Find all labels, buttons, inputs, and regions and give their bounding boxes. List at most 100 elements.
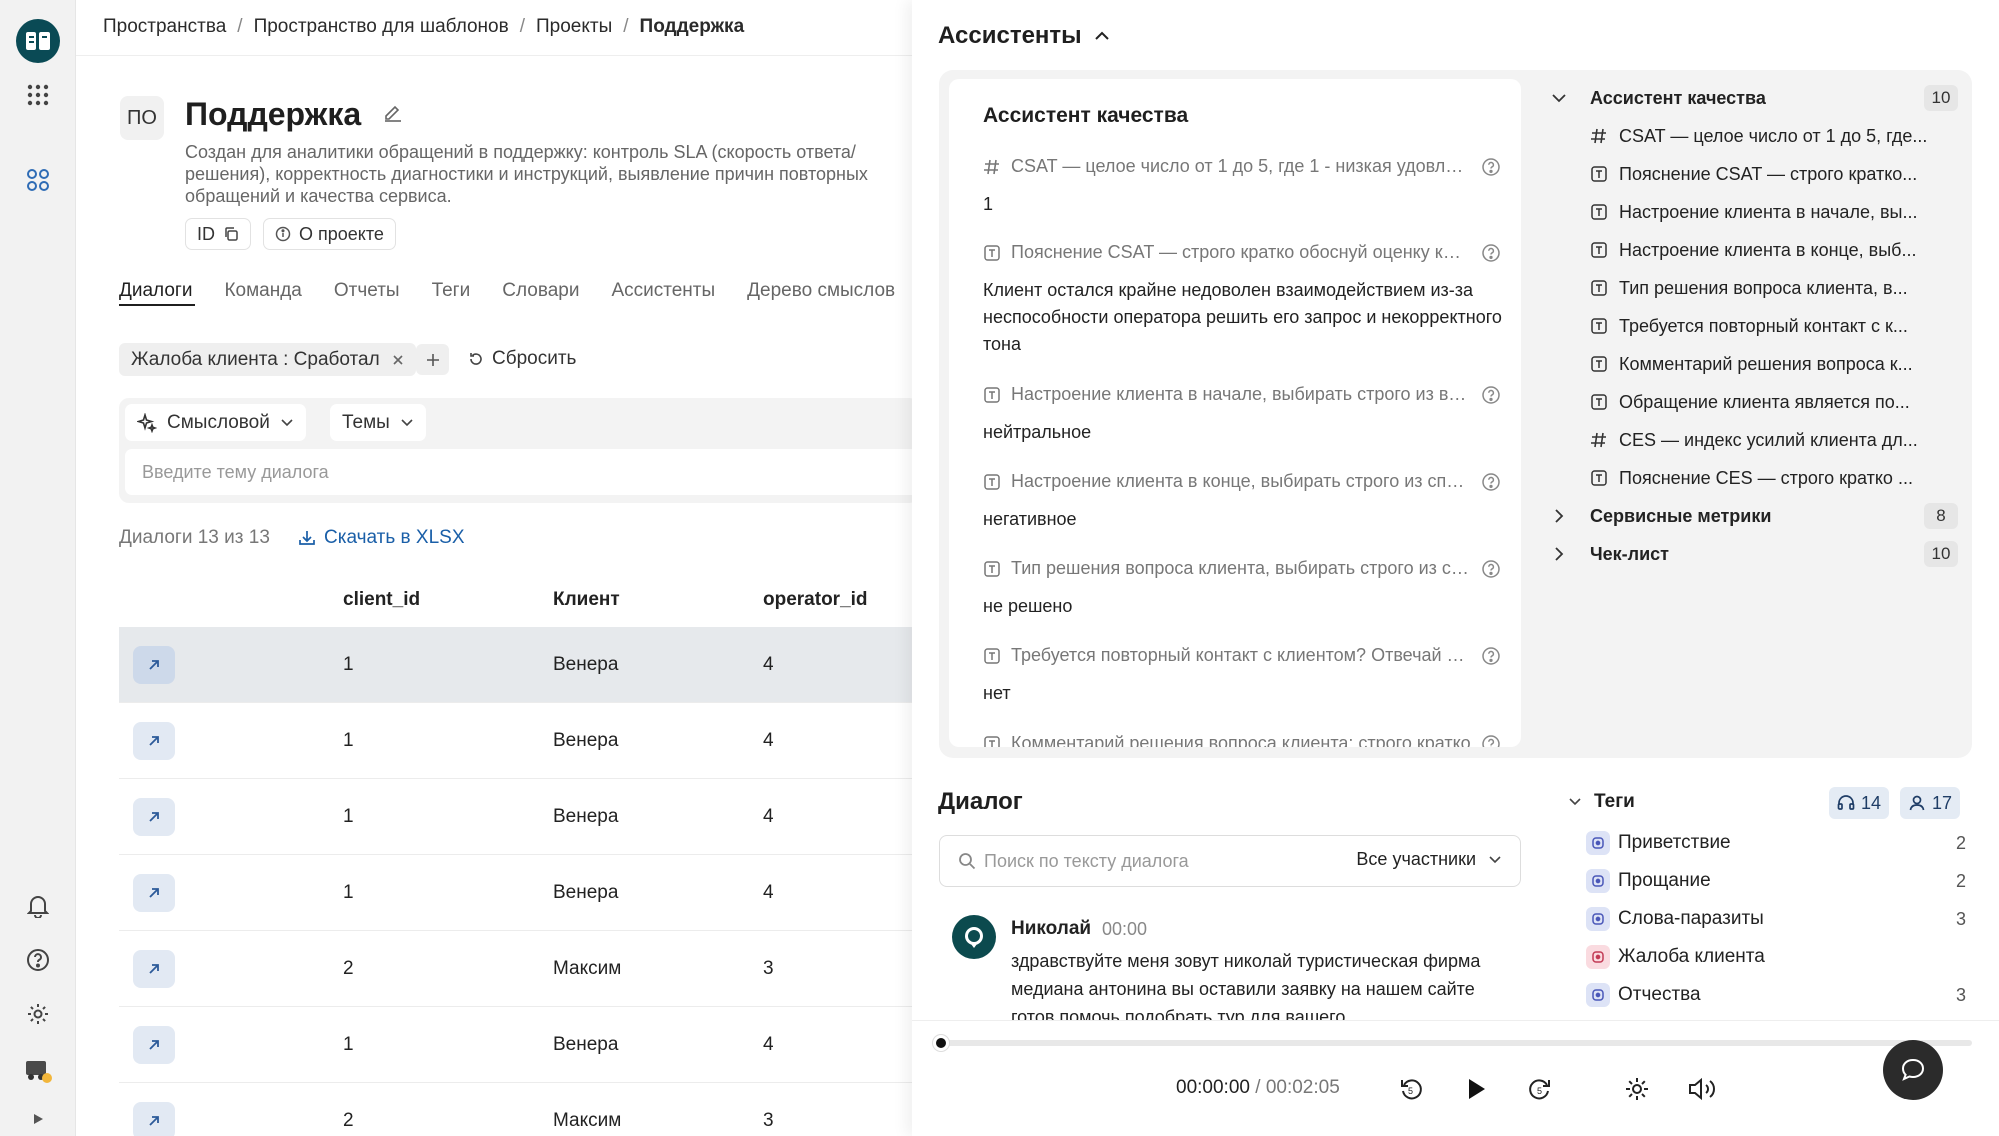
tab-team[interactable]: Команда — [224, 280, 301, 302]
tree-item[interactable]: Комментарий решения вопроса к... — [1548, 349, 1958, 379]
tree-group[interactable]: Сервисные метрики 8 — [1548, 501, 1958, 531]
volume-icon[interactable] — [1685, 1072, 1719, 1106]
filter-chip[interactable]: Жалоба клиента : Сработал — [119, 343, 416, 376]
tags-header[interactable]: Теги — [1568, 791, 1635, 813]
help-icon[interactable] — [1481, 734, 1501, 747]
forward-5-icon[interactable]: 5 — [1523, 1072, 1557, 1106]
table-row[interactable]: 1 Венера 4 — [119, 855, 912, 931]
tag-item[interactable]: Прощание 2 — [1586, 866, 1966, 896]
help-icon[interactable] — [1481, 646, 1501, 666]
edit-pencil-icon[interactable] — [382, 101, 404, 123]
help-icon[interactable] — [1481, 559, 1501, 579]
help-icon[interactable] — [1481, 157, 1501, 177]
close-icon[interactable] — [392, 354, 404, 366]
player-settings-icon[interactable] — [1620, 1072, 1654, 1106]
client-tags-count[interactable]: 17 — [1900, 787, 1961, 819]
open-dialog-button[interactable] — [133, 798, 175, 836]
breadcrumb-item-spaces[interactable]: Пространства — [103, 16, 226, 37]
cell-client-id: 1 — [343, 882, 354, 903]
tree-group[interactable]: Ассистент качества 10 — [1548, 83, 1958, 113]
tree-item[interactable]: Пояснение CES — строго кратко ... — [1548, 463, 1958, 493]
sparkle-icon — [137, 412, 157, 433]
operator-tags-count[interactable]: 14 — [1829, 787, 1890, 819]
table-row[interactable]: 1 Венера 4 — [119, 1007, 912, 1083]
cell-operator-id: 3 — [763, 1110, 774, 1131]
breadcrumb-item-template-space[interactable]: Пространство для шаблонов — [254, 16, 509, 37]
help-icon[interactable] — [1481, 385, 1501, 405]
tree-item[interactable]: Настроение клиента в конце, выб... — [1548, 235, 1958, 265]
open-dialog-button[interactable] — [133, 1102, 175, 1136]
open-dialog-button[interactable] — [133, 874, 175, 912]
assistant-card: Ассистент качества CSAT — целое число от… — [949, 79, 1521, 747]
app-logo-icon[interactable] — [16, 19, 60, 63]
tree-item[interactable]: Требуется повторный контакт с к... — [1548, 311, 1958, 341]
help-icon[interactable] — [22, 944, 54, 976]
tab-meaning-tree[interactable]: Дерево смыслов — [747, 280, 895, 302]
apps-grid-icon[interactable] — [22, 79, 54, 111]
arrow-up-right-icon — [147, 962, 161, 976]
playback-progress-track[interactable] — [939, 1040, 1972, 1046]
tag-item[interactable]: Слова-паразиты 3 — [1586, 904, 1966, 934]
tree-item[interactable]: Тип решения вопроса клиента, в... — [1548, 273, 1958, 303]
download-xlsx-link[interactable]: Скачать в XLSX — [298, 527, 465, 549]
chevron-down-icon — [400, 418, 414, 428]
open-dialog-button[interactable] — [133, 950, 175, 988]
tab-reports[interactable]: Отчеты — [334, 280, 400, 302]
column-header-client-id[interactable]: client_id — [343, 589, 420, 611]
assistants-header[interactable]: Ассистенты — [938, 22, 1110, 50]
project-id-chip[interactable]: ID — [185, 218, 251, 250]
play-icon[interactable] — [1459, 1072, 1493, 1106]
assistant-field-question: CSAT — целое число от 1 до 5, где 1 - ни… — [1011, 156, 1471, 176]
message-time[interactable]: 00:00 — [1102, 919, 1147, 940]
tag-item[interactable]: Отчества 3 — [1586, 980, 1966, 1010]
dialog-title: Диалог — [938, 788, 1023, 815]
assistant-field: CSAT — целое число от 1 до 5, где 1 - ни… — [983, 156, 1503, 218]
tab-assistants[interactable]: Ассистенты — [611, 280, 715, 302]
services-icon[interactable] — [22, 164, 54, 196]
tree-item[interactable]: CSAT — целое число от 1 до 5, где... — [1548, 121, 1958, 151]
column-header-operator-id[interactable]: operator_id — [763, 589, 868, 611]
tags-title: Теги — [1594, 791, 1635, 812]
add-filter-button[interactable] — [416, 344, 449, 375]
topic-search-input[interactable]: Введите тему диалога — [125, 449, 912, 495]
tab-dialogs[interactable]: Диалоги — [119, 280, 192, 302]
help-icon[interactable] — [1481, 472, 1501, 492]
open-dialog-button[interactable] — [133, 646, 175, 684]
tree-item[interactable]: Настроение клиента в начале, вы... — [1548, 197, 1958, 227]
tree-group-label: Ассистент качества — [1590, 87, 1766, 108]
cell-client: Венера — [553, 1034, 619, 1055]
text-field-icon — [983, 735, 1001, 747]
search-mode-select[interactable]: Смысловой — [125, 404, 306, 441]
open-dialog-button[interactable] — [133, 722, 175, 760]
tree-group[interactable]: Чек-лист 10 — [1548, 539, 1958, 569]
tree-item[interactable]: Обращение клиента является по... — [1548, 387, 1958, 417]
tag-item[interactable]: Жалоба клиента — [1586, 942, 1966, 972]
table-row[interactable]: 1 Венера 4 — [119, 627, 912, 703]
dialog-search-input[interactable]: Поиск по тексту диалога Все участники — [939, 835, 1521, 887]
tab-dictionaries[interactable]: Словари — [502, 280, 579, 302]
table-row[interactable]: 1 Венера 4 — [119, 779, 912, 855]
table-row[interactable]: 2 Максим 3 — [119, 931, 912, 1007]
topics-select[interactable]: Темы — [330, 404, 426, 441]
breadcrumb-item-projects[interactable]: Проекты — [536, 16, 612, 37]
reset-filters-button[interactable]: Сбросить — [468, 348, 576, 370]
bell-icon[interactable] — [22, 890, 54, 922]
tree-item[interactable]: Пояснение CSAT — строго кратко... — [1548, 159, 1958, 189]
tag-item[interactable]: Приветствие 2 — [1586, 828, 1966, 858]
about-project-button[interactable]: О проекте — [263, 218, 396, 250]
open-dialog-button[interactable] — [133, 1026, 175, 1064]
rewind-5-icon[interactable]: 5 — [1394, 1072, 1428, 1106]
column-header-client[interactable]: Клиент — [553, 589, 620, 611]
playback-progress-handle[interactable] — [933, 1035, 949, 1051]
participants-select[interactable]: Все участники — [1356, 849, 1502, 870]
operator-tags-count-value: 14 — [1861, 792, 1882, 813]
expand-sidebar-icon[interactable] — [22, 1106, 54, 1132]
tree-item[interactable]: CES — индекс усилий клиента дл... — [1548, 425, 1958, 455]
settings-icon[interactable] — [22, 998, 54, 1030]
chat-support-button[interactable] — [1883, 1040, 1943, 1100]
user-avatar-icon[interactable] — [22, 1052, 54, 1084]
help-icon[interactable] — [1481, 243, 1501, 263]
table-row[interactable]: 1 Венера 4 — [119, 703, 912, 779]
table-row[interactable]: 2 Максим 3 — [119, 1083, 912, 1136]
tab-tags[interactable]: Теги — [432, 280, 471, 302]
